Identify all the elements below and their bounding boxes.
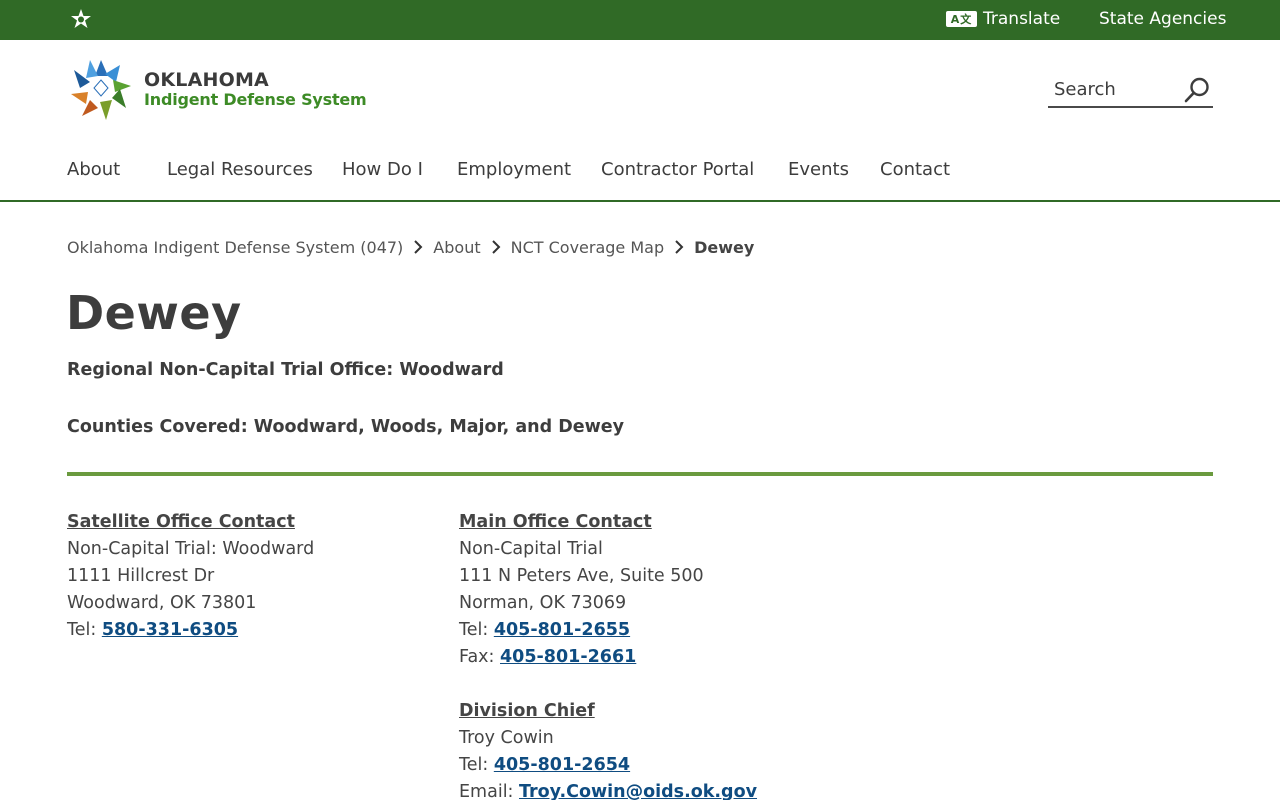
- chevron-right-icon: [491, 240, 501, 254]
- satellite-heading: Satellite Office Contact: [67, 512, 295, 532]
- site-logo[interactable]: OKLAHOMA Indigent Defense System: [68, 55, 368, 123]
- oids-star-logo-icon: [71, 60, 131, 120]
- main-office-address-line-2: Norman, OK 73069: [459, 593, 627, 613]
- satellite-tel-link[interactable]: 580-331-6305: [102, 620, 238, 640]
- satellite-name: Non-Capital Trial: Woodward: [67, 539, 315, 559]
- state-agencies-link[interactable]: State Agencies: [1099, 9, 1226, 29]
- division-chief-heading: Division Chief: [459, 701, 595, 721]
- main-office-heading: Main Office Contact: [459, 512, 652, 532]
- top-utility-bar: A文 Translate State Agencies: [0, 0, 1280, 40]
- email-label: Email:: [459, 782, 520, 800]
- nav-item-events[interactable]: Events: [788, 159, 849, 180]
- main-office-tel-link[interactable]: 405-801-2655: [494, 620, 630, 640]
- main-office-address-line-1: 111 N Peters Ave, Suite 500: [459, 566, 704, 586]
- brand-line-1: OKLAHOMA: [144, 68, 269, 91]
- brand-line-2: Indigent Defense System: [144, 89, 367, 109]
- satellite-address-line-2: Woodward, OK 73801: [67, 593, 257, 613]
- main-navigation: About Legal Resources How Do I Employmen…: [0, 148, 1280, 202]
- translate-icon: A文: [946, 11, 977, 27]
- fax-label: Fax:: [459, 647, 500, 667]
- nav-item-employment[interactable]: Employment: [457, 159, 571, 180]
- satellite-office-contact: Satellite Office Contact Non-Capital Tri…: [67, 509, 314, 644]
- search-icon[interactable]: [1183, 76, 1211, 104]
- search-box: [1048, 72, 1213, 108]
- section-divider: [67, 472, 1213, 476]
- tel-label: Tel:: [67, 620, 102, 640]
- nav-item-about[interactable]: About: [67, 159, 120, 180]
- main-office-fax-row: Fax: 405-801-2661: [459, 644, 757, 671]
- main-office-fax-link[interactable]: 405-801-2661: [500, 647, 636, 667]
- breadcrumb-item-about[interactable]: About: [433, 238, 480, 257]
- division-chief-email-row: Email: Troy.Cowin@oids.ok.gov: [459, 779, 757, 800]
- main-office-contact: Main Office Contact Non-Capital Trial 11…: [459, 509, 757, 800]
- nav-item-contact[interactable]: Contact: [880, 159, 950, 180]
- counties-covered-text: Counties Covered: Woodward, Woods, Major…: [67, 417, 625, 437]
- page-title: Dewey: [66, 286, 242, 340]
- chevron-right-icon: [675, 240, 684, 254]
- division-chief-tel-link[interactable]: 405-801-2654: [494, 755, 630, 775]
- translate-button[interactable]: A文 Translate: [946, 8, 1060, 30]
- main-office-tel-row: Tel: 405-801-2655: [459, 617, 757, 644]
- division-chief-email-link[interactable]: Troy.Cowin@oids.ok.gov: [519, 782, 757, 800]
- translate-label: Translate: [983, 9, 1061, 29]
- tel-label: Tel:: [459, 620, 494, 640]
- division-chief-tel-row: Tel: 405-801-2654: [459, 752, 757, 779]
- breadcrumb-current: Dewey: [694, 237, 755, 257]
- breadcrumb-item-oids[interactable]: Oklahoma Indigent Defense System (047): [67, 238, 403, 257]
- nav-item-how-do-i[interactable]: How Do I: [342, 159, 423, 180]
- division-chief-name: Troy Cowin: [459, 728, 554, 748]
- nav-item-legal-resources[interactable]: Legal Resources: [167, 159, 313, 180]
- chevron-right-icon: [414, 240, 423, 254]
- tel-label: Tel:: [459, 755, 494, 775]
- oklahoma-star-icon[interactable]: [68, 8, 94, 32]
- nav-item-contractor-portal[interactable]: Contractor Portal: [601, 159, 754, 180]
- regional-office-text: Regional Non-Capital Trial Office: Woodw…: [67, 360, 504, 380]
- satellite-tel-row: Tel: 580-331-6305: [67, 617, 314, 644]
- breadcrumb-item-nct-coverage-map[interactable]: NCT Coverage Map: [511, 238, 665, 257]
- breadcrumb: Oklahoma Indigent Defense System (047) A…: [67, 235, 754, 259]
- search-input[interactable]: [1054, 75, 1174, 103]
- main-office-name: Non-Capital Trial: [459, 539, 603, 559]
- satellite-address-line-1: 1111 Hillcrest Dr: [67, 566, 215, 586]
